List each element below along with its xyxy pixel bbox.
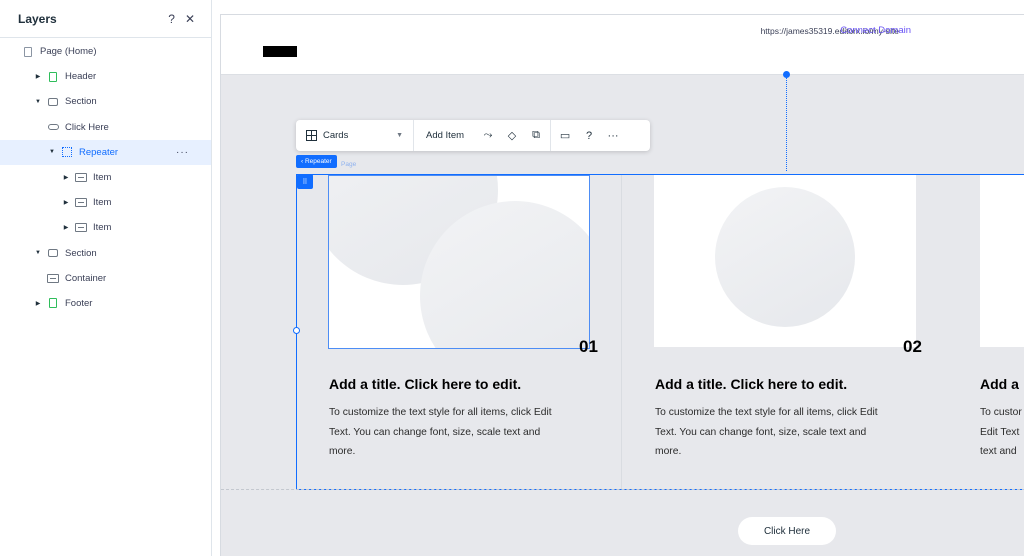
card-description[interactable]: To customize the text style for all item… <box>655 403 895 462</box>
section-icon <box>47 248 59 258</box>
layers-panel-header: Layers ? ✕ <box>0 0 211 38</box>
repeater-toolbar: Cards ▼ Add Item ⤳ ◇ ⧉ ▭ ? ··· <box>296 120 650 151</box>
help-icon[interactable]: ? <box>577 130 601 142</box>
site-header[interactable]: https://james35319.editorx.io/my-site Co… <box>221 15 1024 75</box>
button-icon <box>47 122 59 132</box>
layout-icon[interactable]: ⧉ <box>524 129 548 142</box>
guide-handle[interactable] <box>783 71 790 78</box>
collapse-arrow-icon[interactable]: ▼ <box>47 149 57 155</box>
layer-label: Item <box>93 222 112 234</box>
expand-arrow-icon[interactable]: ▶ <box>33 300 43 307</box>
container-icon <box>47 273 59 283</box>
drag-handle-icon[interactable]: ⠿ <box>297 174 313 189</box>
card-description[interactable]: To customize the text style for all item… <box>329 403 569 462</box>
layer-item[interactable]: ▶ Item <box>0 215 211 240</box>
page-icon <box>22 46 34 57</box>
item-divider <box>621 175 622 489</box>
header-icon <box>47 71 59 82</box>
layer-item[interactable]: ▶ Item <box>0 165 211 190</box>
guide-line <box>786 78 787 171</box>
layer-label: Page (Home) <box>40 46 97 58</box>
layer-page-home[interactable]: Page (Home) <box>0 39 211 64</box>
decorative-circle <box>715 187 855 327</box>
card-clipped: Add a To custor Edit Text text and <box>979 15 1024 556</box>
editor-canvas: https://james35319.editorx.io/my-site Co… <box>212 0 1024 556</box>
add-item-button[interactable]: Add Item <box>414 120 476 151</box>
collapse-arrow-icon[interactable]: ▼ <box>33 250 43 256</box>
expand-arrow-icon[interactable]: ▶ <box>61 174 71 181</box>
layer-label: Item <box>93 197 112 209</box>
layer-label: Footer <box>65 297 93 309</box>
item-number: 01 <box>579 337 598 356</box>
card-title[interactable]: Add a <box>980 376 1019 392</box>
click-here-button[interactable]: Click Here <box>738 517 836 545</box>
layer-click-here[interactable]: Click Here <box>0 115 211 140</box>
site-frame: https://james35319.editorx.io/my-site Co… <box>220 14 1024 556</box>
section-icon <box>47 97 59 107</box>
chevron-down-icon: ▼ <box>396 132 403 139</box>
card-title[interactable]: Add a title. Click here to edit. <box>329 376 521 392</box>
layer-label: Header <box>65 71 97 83</box>
expand-arrow-icon[interactable]: ▶ <box>61 224 71 231</box>
repeater-tag[interactable]: ‹ Repeater <box>296 155 337 168</box>
layer-label: Container <box>65 272 107 284</box>
layer-label: Section <box>65 96 97 108</box>
add-item-label: Add Item <box>426 130 465 141</box>
layer-item[interactable]: ▶ Item <box>0 190 211 215</box>
layout-dropdown[interactable]: Cards ▼ <box>296 120 414 151</box>
help-icon[interactable]: ? <box>168 12 175 26</box>
close-icon[interactable]: ✕ <box>185 12 195 26</box>
item-icon <box>75 173 87 183</box>
layer-section[interactable]: ▼ Section <box>0 89 211 114</box>
expand-arrow-icon[interactable]: ▶ <box>33 73 43 80</box>
layer-section[interactable]: ▼ Section <box>0 241 211 266</box>
layer-repeater[interactable]: ▼ Repeater ··· <box>0 139 211 165</box>
image-selection[interactable] <box>328 175 590 349</box>
layer-label: Repeater <box>79 146 119 158</box>
layout-label: Cards <box>323 130 349 141</box>
card-title[interactable]: Add a title. Click here to edit. <box>655 376 847 392</box>
item-number: 02 <box>903 337 922 356</box>
card-description[interactable]: To custor Edit Text text and <box>980 403 1024 462</box>
comment-icon[interactable]: ▭ <box>553 129 577 142</box>
connect-data-icon[interactable]: ⤳ <box>476 129 500 142</box>
layers-panel-title: Layers <box>18 11 57 26</box>
expand-arrow-icon[interactable]: ▶ <box>61 199 71 206</box>
section-divider <box>221 489 1024 490</box>
animation-icon[interactable]: ◇ <box>500 129 524 142</box>
layer-label: Section <box>65 247 97 259</box>
repeater-icon <box>61 147 73 158</box>
resize-handle[interactable] <box>293 327 300 334</box>
layer-label: Item <box>93 172 112 184</box>
layers-tree: Page (Home) ▶ Header ▼ Section Click Her… <box>0 38 211 316</box>
footer-icon <box>47 298 59 309</box>
layers-panel: Layers ? ✕ Page (Home) ▶ Header ▼ Sectio… <box>0 0 212 556</box>
layer-header[interactable]: ▶ Header <box>0 64 211 89</box>
item-icon <box>75 223 87 233</box>
grid-layout-icon <box>306 130 317 141</box>
more-options-icon[interactable]: ··· <box>176 147 189 158</box>
layer-footer[interactable]: ▶ Footer <box>0 291 211 316</box>
card-image[interactable] <box>654 175 916 347</box>
layer-label: Click Here <box>65 121 109 133</box>
page-ghost-label: Page <box>341 161 357 168</box>
connect-domain-link[interactable]: Connect Domain <box>840 25 911 36</box>
card-image[interactable] <box>980 175 1024 347</box>
item-icon <box>75 198 87 208</box>
more-options-icon[interactable]: ··· <box>601 130 625 142</box>
layer-container[interactable]: Container <box>0 266 211 291</box>
collapse-arrow-icon[interactable]: ▼ <box>33 99 43 105</box>
logo-placeholder[interactable] <box>263 46 297 57</box>
